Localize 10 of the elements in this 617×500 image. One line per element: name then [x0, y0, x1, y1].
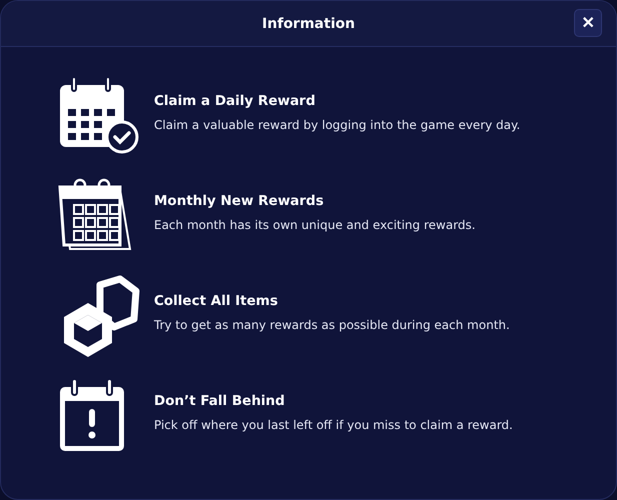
item-description: Each month has its own unique and exciting rewards. [154, 218, 476, 232]
item-description: Pick off where you last left off if you miss to claim a reward. [154, 418, 513, 432]
item-description: Try to get as many rewards as possible during each month. [154, 318, 510, 332]
item-title: Claim a Daily Reward [154, 92, 316, 108]
item-title: Monthly New Rewards [154, 192, 325, 208]
close-button[interactable]: ✕ [574, 9, 602, 37]
dialog-title: Information [262, 16, 355, 32]
item-title: Don’t Fall Behind [154, 392, 286, 408]
item-title: Collect All Items [154, 292, 279, 308]
item-description: Claim a valuable reward by logging into the game every day. [154, 118, 520, 132]
